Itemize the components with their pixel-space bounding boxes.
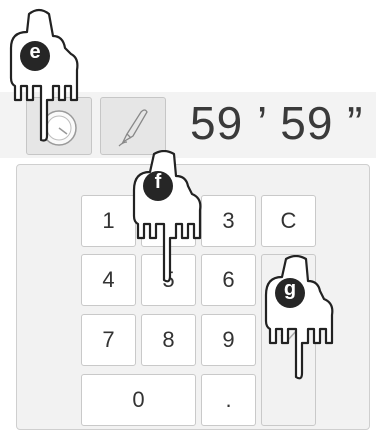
- key-9[interactable]: 9: [201, 314, 256, 366]
- callout-e: e: [29, 41, 41, 63]
- key-clear[interactable]: C: [261, 195, 316, 247]
- key-decimal[interactable]: .: [201, 374, 256, 426]
- key-4[interactable]: 4: [81, 254, 136, 306]
- pointer-hand-e: e: [5, 8, 85, 153]
- timer-display: 59 ’ 59 ”: [190, 97, 364, 149]
- pointer-hand-g: g: [262, 254, 340, 390]
- pen-icon: [118, 109, 148, 147]
- key-7[interactable]: 7: [81, 314, 136, 366]
- callout-f: f: [154, 171, 162, 193]
- key-1[interactable]: 1: [81, 195, 136, 247]
- pointer-hand-f: f: [130, 149, 208, 295]
- pen-button[interactable]: [100, 97, 166, 155]
- key-6[interactable]: 6: [201, 254, 256, 306]
- callout-g: g: [283, 278, 297, 300]
- key-8[interactable]: 8: [141, 314, 196, 366]
- key-3[interactable]: 3: [201, 195, 256, 247]
- key-0[interactable]: 0: [81, 374, 196, 426]
